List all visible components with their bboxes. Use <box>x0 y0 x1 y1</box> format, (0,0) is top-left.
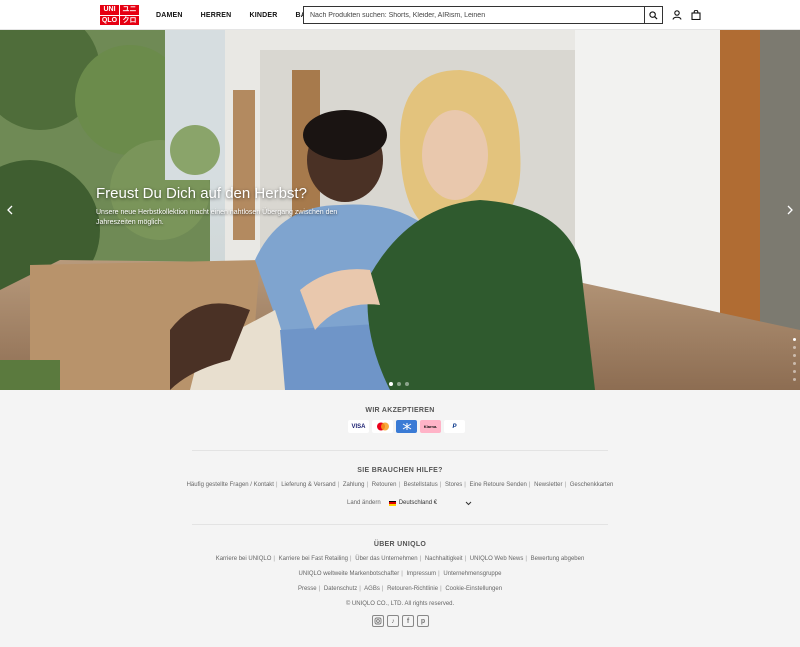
hero-subtitle: Unsere neue Herbstkollektion macht einen… <box>96 209 338 226</box>
about-link[interactable]: Karriere bei UNIQLO <box>216 556 272 562</box>
cart-icon <box>691 10 701 20</box>
klarna-label: Klarna. <box>423 424 438 429</box>
search-button[interactable] <box>644 7 662 23</box>
logo-cell: QLO <box>100 15 119 25</box>
country-selector: Land ändern Deutschland € <box>347 500 472 506</box>
visa-icon: VISA <box>348 420 369 433</box>
country-select[interactable]: Deutschland € <box>388 500 457 506</box>
search-icon <box>649 10 658 20</box>
help-link[interactable]: Newsletter <box>534 482 562 488</box>
about-link[interactable]: UNIQLO weltweite Markenbotschafter <box>299 571 400 577</box>
about-links-row: Karriere bei UNIQLO | Karriere bei Fast R… <box>215 556 585 562</box>
about-link[interactable]: Nachhaltigkeit <box>425 556 463 562</box>
slide-dot[interactable] <box>793 354 796 357</box>
sofort-icon <box>396 420 417 433</box>
about-link[interactable]: Über das Unternehmen <box>355 556 417 562</box>
search-input[interactable] <box>304 7 644 23</box>
hero-title: Freust Du Dich auf den Herbst? <box>96 185 307 202</box>
nav-damen[interactable]: DAMEN <box>156 12 183 19</box>
hero-banner[interactable]: Freust Du Dich auf den Herbst? Unsere ne… <box>0 30 800 390</box>
help-link[interactable]: Eine Retoure Senden <box>470 482 527 488</box>
about-links-row: Presse | Datenschutz | AGBs | Retouren-Rich… <box>297 586 503 592</box>
account-button[interactable] <box>670 8 684 22</box>
paypal-icon: P <box>444 420 465 433</box>
hero-next-button[interactable] <box>782 200 798 220</box>
about-title: ÜBER UNIQLO <box>373 541 427 548</box>
chevron-left-icon <box>7 205 13 215</box>
facebook-icon[interactable]: f <box>402 615 414 627</box>
visa-label: VISA <box>351 423 366 430</box>
help-link[interactable]: Lieferung & Versand <box>281 482 335 488</box>
hero-prev-button[interactable] <box>2 200 18 220</box>
slide-indicator-horizontal <box>389 382 409 386</box>
about-links-row: UNIQLO weltweite Markenbotschafter | Impr… <box>298 571 502 577</box>
about-link[interactable]: Datenschutz <box>324 586 357 592</box>
slide-dot[interactable] <box>793 362 796 365</box>
instagram-icon[interactable] <box>372 615 384 627</box>
social-links: ♪ f p <box>372 615 429 627</box>
klarna-icon: Klarna. <box>420 420 441 433</box>
payment-methods: VISA Klarna. P <box>348 420 465 433</box>
help-link[interactable]: Zahlung <box>343 482 365 488</box>
slide-dot[interactable] <box>793 378 796 381</box>
about-link[interactable]: AGBs <box>364 586 380 592</box>
help-links: Häufig gestellte Fragen / Kontakt | Liefe… <box>186 482 614 488</box>
help-link[interactable]: Retouren <box>372 482 397 488</box>
about-link[interactable]: Bewertung abgeben <box>531 556 585 562</box>
slide-dot[interactable] <box>389 382 393 386</box>
slide-dot[interactable] <box>405 382 409 386</box>
logo-cell: UNI <box>100 5 119 15</box>
copyright: © UNIQLO CO., LTD. All rights reserved. <box>345 601 455 607</box>
slide-dot[interactable] <box>793 370 796 373</box>
mastercard-icon <box>372 420 393 433</box>
help-link[interactable]: Bestellstatus <box>404 482 438 488</box>
main-nav: DAMEN HERREN KINDER BABYS <box>156 0 321 30</box>
tiktok-icon[interactable]: ♪ <box>387 615 399 627</box>
pinterest-icon[interactable]: p <box>417 615 429 627</box>
help-link[interactable]: Geschenkkarten <box>570 482 614 488</box>
search-bar <box>303 6 663 24</box>
about-link[interactable]: Cookie-Einstellungen <box>445 586 502 592</box>
help-title: SIE BRAUCHEN HILFE? <box>357 467 443 474</box>
about-link[interactable]: Presse <box>298 586 317 592</box>
site-footer: WIR AKZEPTIEREN VISA Klarna. P SIE BRAUC… <box>0 390 800 647</box>
chevron-right-icon <box>787 205 793 215</box>
about-link[interactable]: Unternehmensgruppe <box>443 571 501 577</box>
footer-divider <box>192 450 608 451</box>
about-link[interactable]: UNIQLO Web News <box>470 556 524 562</box>
nav-kinder[interactable]: KINDER <box>249 12 277 19</box>
logo-cell: ユニ <box>120 5 139 15</box>
slide-indicator-vertical <box>793 338 796 381</box>
uniqlo-logo[interactable]: UNI ユニ QLO クロ <box>100 5 139 25</box>
slide-dot[interactable] <box>793 338 796 341</box>
site-header: UNI ユニ QLO クロ DAMEN HERREN KINDER BABYS <box>0 0 800 30</box>
account-icon <box>672 10 682 20</box>
about-link[interactable]: Retouren-Richtlinie <box>387 586 438 592</box>
help-link[interactable]: Stores <box>445 482 462 488</box>
nav-herren[interactable]: HERREN <box>201 12 232 19</box>
country-value: Deutschland € <box>398 500 438 506</box>
logo-cell: クロ <box>120 15 139 25</box>
slide-dot[interactable] <box>793 346 796 349</box>
about-link[interactable]: Impressum <box>407 571 437 577</box>
about-link[interactable]: Karriere bei Fast Retailing <box>279 556 348 562</box>
country-label: Land ändern <box>347 500 381 506</box>
footer-divider <box>192 524 608 525</box>
chevron-down-icon <box>465 501 472 505</box>
help-link[interactable]: Häufig gestellte Fragen / Kontakt <box>187 482 274 488</box>
slide-dot[interactable] <box>397 382 401 386</box>
payments-title: WIR AKZEPTIEREN <box>365 407 435 414</box>
germany-flag-icon <box>388 500 396 506</box>
cart-button[interactable] <box>689 8 703 22</box>
